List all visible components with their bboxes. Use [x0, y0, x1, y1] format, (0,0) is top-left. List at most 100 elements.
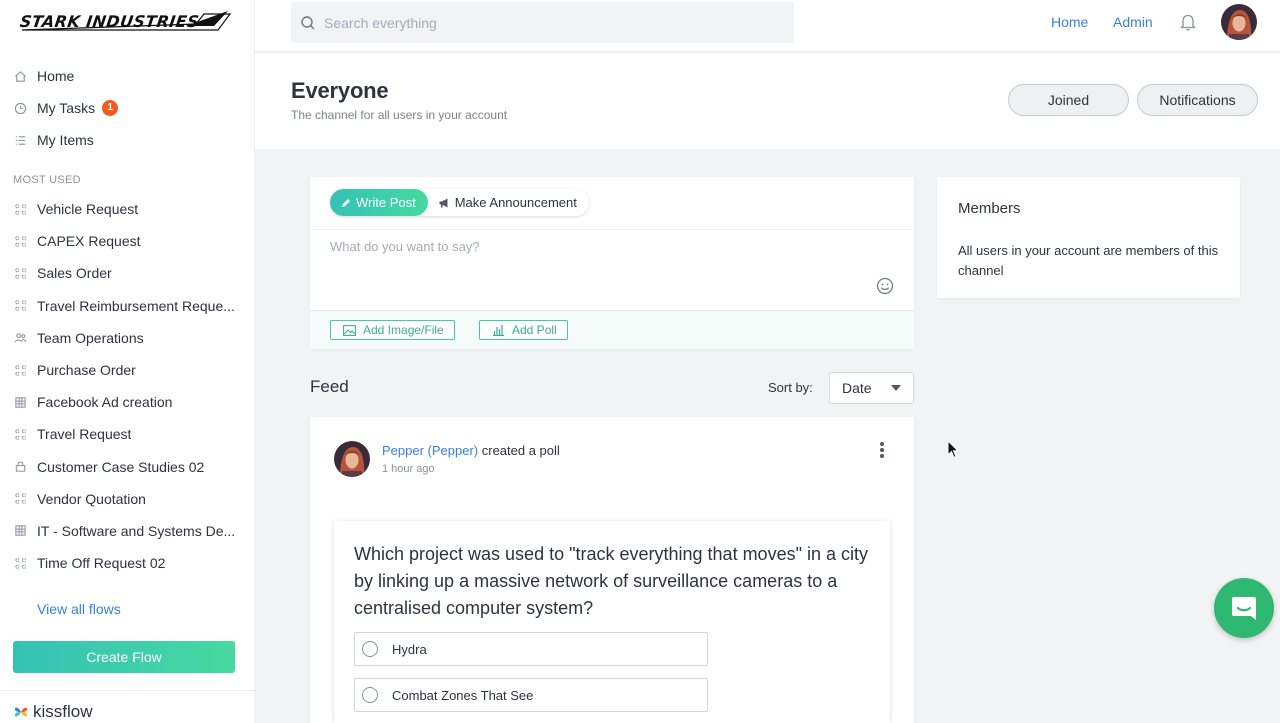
search-input[interactable] [324, 14, 764, 31]
composer-tabs: Write Post Make Announcement [330, 189, 589, 216]
post-author-link[interactable]: Pepper (Pepper) [382, 443, 478, 458]
radio-button[interactable] [362, 687, 378, 703]
flow-item-travel-request[interactable]: Travel Request [0, 418, 255, 450]
feed-post: Pepper (Pepper) created a poll 1 hour ag… [310, 417, 914, 723]
view-all-flows-link[interactable]: View all flows [37, 601, 121, 617]
flow-item-time-off-request[interactable]: Time Off Request 02 [0, 547, 255, 579]
search-icon [301, 15, 315, 29]
sort-by-dropdown[interactable]: Date [829, 372, 914, 404]
nav-item-my-tasks[interactable]: My Tasks 1 [0, 92, 255, 124]
grid-icon [13, 524, 27, 538]
flow-item-purchase-order[interactable]: Purchase Order [0, 354, 255, 386]
most-used-heading: MOST USED [13, 174, 81, 186]
tab-write-post-label: Write Post [356, 195, 416, 210]
sidebar-footer: kissflow [0, 690, 255, 723]
joined-button[interactable]: Joined [1008, 84, 1129, 116]
add-image-file-button[interactable]: Add Image/File [330, 320, 455, 340]
flow-item-capex-request[interactable]: CAPEX Request [0, 225, 255, 257]
flow-item-vendor-quotation[interactable]: Vendor Quotation [0, 483, 255, 515]
post-text-input[interactable] [330, 239, 890, 263]
nav-item-my-items[interactable]: My Items [0, 124, 255, 156]
avatar-portrait-image [334, 441, 370, 477]
flow-item-sales-order[interactable]: Sales Order [0, 257, 255, 289]
home-icon [13, 69, 27, 83]
list-icon [13, 133, 27, 147]
flow-item-label: IT - Software and Systems De... [37, 522, 236, 539]
nav-item-label: My Tasks [37, 100, 96, 116]
channel-header: Everyone The channel for all users in yo… [255, 53, 1280, 149]
poll-card: Which project was used to "track everyth… [334, 521, 890, 723]
nav-item-label: My Items [37, 132, 94, 148]
nav-item-home[interactable]: Home [0, 60, 255, 92]
flow-item-team-operations[interactable]: Team Operations [0, 322, 255, 354]
sidebar: STARK INDUSTRIES Home My Tasks 1 My Item… [0, 0, 255, 723]
bell-icon[interactable] [1179, 12, 1197, 32]
members-description: All users in your account are members of… [958, 243, 1219, 278]
search-box[interactable] [291, 2, 794, 43]
sort-by-value: Date [842, 380, 872, 396]
members-card: Members All users in your account are me… [937, 177, 1240, 298]
grid-icon [13, 395, 27, 409]
post-more-menu-icon[interactable] [878, 441, 886, 459]
flow-item-label: Facebook Ad creation [37, 394, 173, 411]
top-nav-admin-link[interactable]: Admin [1113, 14, 1153, 30]
chevron-down-icon [891, 385, 901, 391]
people-icon [13, 331, 27, 345]
kissflow-logo[interactable]: kissflow [13, 702, 93, 722]
flow-icon [13, 363, 27, 377]
composer-actions-bar: Add Image/File Add Poll [310, 310, 914, 349]
most-used-flows: Vehicle Request CAPEX Request Sales Orde… [0, 193, 255, 579]
bar-chart-icon [493, 325, 504, 336]
sort-by-label: Sort by: [768, 380, 813, 395]
flow-item-it-software-systems[interactable]: IT - Software and Systems De... [0, 515, 255, 547]
post-timestamp: 1 hour ago [382, 463, 435, 475]
flow-item-label: Sales Order [37, 265, 112, 282]
flow-icon [13, 556, 27, 570]
flow-item-label: Team Operations [37, 329, 144, 346]
poll-option-label: Hydra [392, 641, 427, 657]
channel-subtitle: The channel for all users in your accoun… [291, 108, 508, 122]
flow-item-label: Purchase Order [37, 362, 136, 379]
create-flow-button[interactable]: Create Flow [13, 641, 235, 673]
tab-make-announcement[interactable]: Make Announcement [428, 189, 589, 216]
nav-item-label: Home [37, 68, 75, 84]
flow-icon [13, 234, 27, 248]
image-icon [343, 324, 356, 336]
flow-item-label: Customer Case Studies 02 [37, 458, 205, 475]
post-author-avatar[interactable] [334, 441, 370, 477]
chat-widget-button[interactable] [1214, 578, 1274, 638]
add-poll-button[interactable]: Add Poll [479, 320, 568, 340]
post-action-text: created a poll [478, 443, 560, 458]
megaphone-icon [439, 198, 448, 207]
poll-option[interactable]: Combat Zones That See [354, 678, 708, 712]
brand-logo[interactable]: STARK INDUSTRIES [18, 8, 232, 40]
flow-item-label: Travel Request [37, 426, 132, 443]
main-nav: Home My Tasks 1 My Items [0, 60, 255, 156]
flow-item-label: Vehicle Request [37, 201, 139, 218]
tab-make-announcement-label: Make Announcement [454, 195, 577, 210]
channel-title: Everyone [291, 78, 389, 103]
kissflow-wordmark: kissflow [33, 702, 93, 721]
tab-write-post[interactable]: Write Post [330, 189, 428, 216]
flow-item-customer-case-studies[interactable]: Customer Case Studies 02 [0, 451, 255, 483]
avatar-portrait-image [1221, 4, 1257, 40]
composer-divider [310, 229, 914, 230]
post-headline: Pepper (Pepper) created a poll [382, 443, 560, 458]
post-composer: Write Post Make Announcement Add Image/F… [310, 177, 914, 349]
flow-icon [13, 299, 27, 313]
pencil-icon [342, 198, 350, 207]
feed-title: Feed [310, 377, 349, 396]
flow-item-travel-reimbursement[interactable]: Travel Reimbursement Reque... [0, 290, 255, 322]
top-nav-home-link[interactable]: Home [1051, 14, 1088, 30]
mouse-cursor-icon [947, 440, 959, 459]
poll-option[interactable]: Hydra [354, 632, 708, 666]
emoji-icon[interactable] [876, 277, 894, 295]
flow-item-facebook-ad-creation[interactable]: Facebook Ad creation [0, 386, 255, 418]
poll-question: Which project was used to "track everyth… [354, 544, 868, 618]
members-title: Members [958, 200, 1021, 217]
flow-item-vehicle-request[interactable]: Vehicle Request [0, 193, 255, 225]
user-avatar[interactable] [1221, 4, 1257, 40]
radio-button[interactable] [362, 641, 378, 657]
notifications-button[interactable]: Notifications [1137, 84, 1258, 116]
top-bar: Home Admin [255, 0, 1280, 52]
